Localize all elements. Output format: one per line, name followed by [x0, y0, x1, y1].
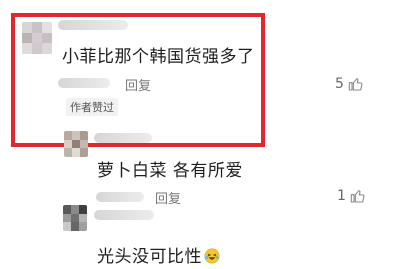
reply-button[interactable]: 回复 [125, 75, 151, 94]
comment-text: 小菲比那个韩国货强多了 [62, 47, 255, 67]
laughing-tears-emoji-icon [204, 248, 220, 264]
thumbs-up-icon [348, 78, 363, 91]
like-button[interactable]: 5 [335, 76, 364, 92]
comment-text: 萝卜白菜 各有所爱 [97, 161, 243, 181]
timestamp-blurred [96, 192, 144, 202]
like-count: 5 [335, 76, 344, 92]
reply-button[interactable]: 回复 [155, 188, 181, 207]
like-button[interactable]: 1 [337, 188, 366, 204]
like-count: 1 [337, 188, 346, 204]
avatar[interactable] [63, 205, 87, 231]
author-liked-badge: 作者赞过 [66, 98, 118, 116]
avatar[interactable] [64, 131, 88, 157]
avatar[interactable] [22, 22, 52, 54]
username-blurred [94, 133, 152, 143]
username-blurred [94, 210, 154, 220]
timestamp-blurred [58, 78, 110, 88]
thumbs-up-icon [350, 190, 365, 203]
username-blurred [58, 20, 128, 30]
comment-text: 光头没可比性 [97, 242, 220, 267]
